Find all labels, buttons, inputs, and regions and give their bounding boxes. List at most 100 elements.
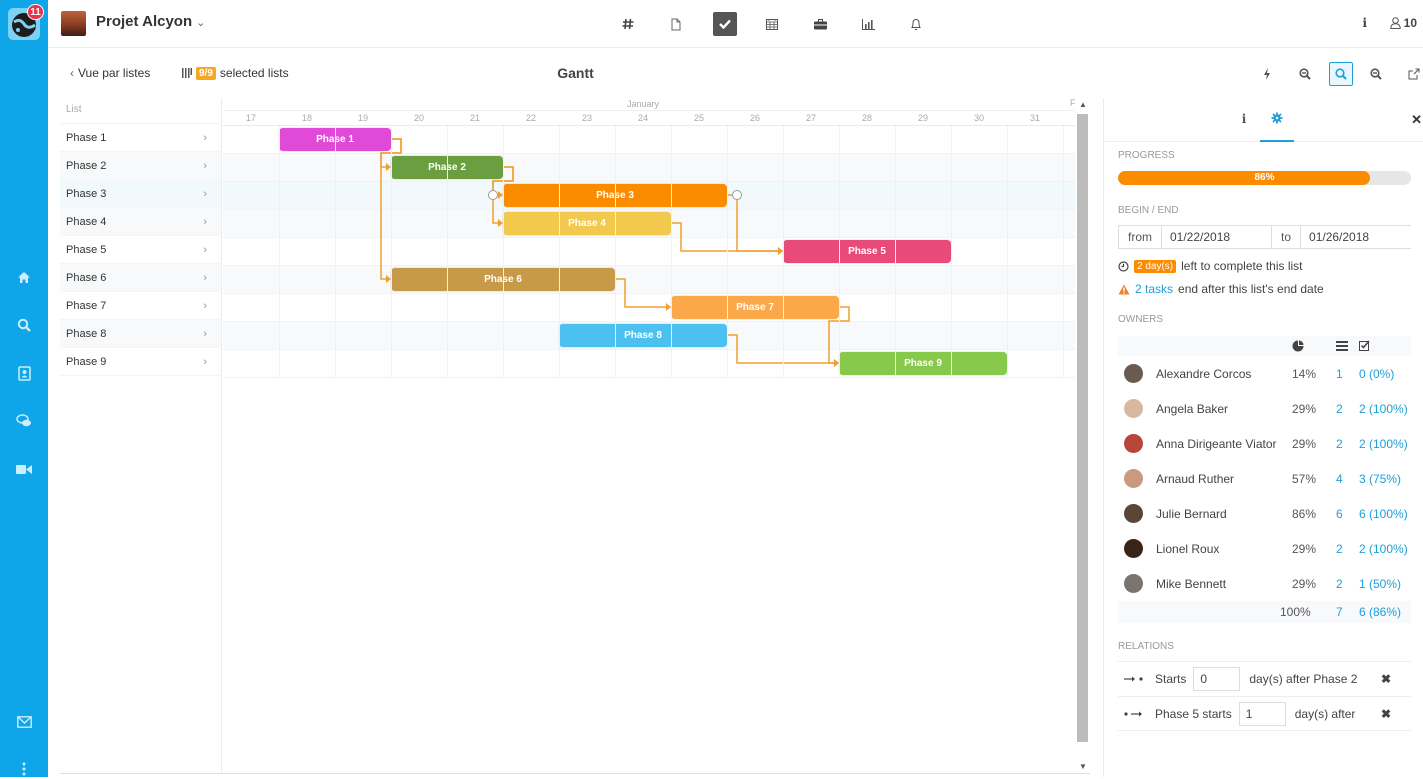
gantt-bar[interactable]: Phase 9 — [839, 352, 1007, 375]
gantt-bar[interactable]: Phase 5 — [783, 240, 951, 263]
close-icon[interactable]: ✕ — [1411, 112, 1422, 128]
list-row-label: Phase 7 — [66, 299, 107, 312]
info-icon[interactable]: i — [1362, 16, 1367, 30]
zoom-fit-icon[interactable] — [1329, 62, 1353, 86]
owner-tasks-link[interactable]: 2 — [1336, 437, 1343, 451]
grid-line — [951, 126, 952, 378]
list-row[interactable]: Phase 4 › — [60, 208, 221, 236]
list-row[interactable]: Phase 3 › — [60, 180, 221, 208]
owner-done-link[interactable]: 6 (100%) — [1359, 507, 1408, 521]
list-row[interactable]: Phase 9 › — [60, 348, 221, 376]
chevron-right-icon[interactable]: › — [203, 272, 207, 284]
chevron-right-icon[interactable]: › — [203, 160, 207, 172]
briefcase-icon[interactable] — [808, 12, 832, 36]
bell-icon[interactable] — [904, 12, 928, 36]
zoom-out-icon[interactable] — [1293, 62, 1317, 86]
owner-tasks-link[interactable]: 6 — [1336, 507, 1343, 521]
list-row[interactable]: Phase 8 › — [60, 320, 221, 348]
scroll-down-icon[interactable]: ▼ — [1078, 762, 1088, 771]
owners-table-header — [1118, 336, 1411, 356]
relation-prefix[interactable]: Phase 5 starts — [1155, 707, 1232, 721]
chevron-right-icon[interactable]: › — [203, 132, 207, 144]
relation-days-input[interactable] — [1193, 667, 1241, 691]
chevron-right-icon[interactable]: › — [203, 244, 207, 256]
month-label: January — [626, 99, 660, 109]
list-row[interactable]: Phase 2 › — [60, 152, 221, 180]
owner-percentage: 57% — [1292, 472, 1317, 486]
begin-date-input[interactable] — [1162, 226, 1272, 248]
owner-tasks-link[interactable]: 2 — [1336, 542, 1343, 556]
owner-tasks-link[interactable]: 4 — [1336, 472, 1343, 486]
list-row[interactable]: Phase 5 › — [60, 236, 221, 264]
grid-line — [447, 126, 448, 378]
day-label: 29 — [917, 113, 928, 123]
home-icon[interactable] — [14, 267, 34, 287]
video-icon[interactable] — [14, 459, 34, 479]
remove-relation-icon[interactable]: ✖ — [1381, 707, 1391, 721]
tab-info[interactable]: i — [1227, 112, 1261, 142]
list-row-label: Phase 2 — [66, 159, 107, 172]
list-row[interactable]: Phase 7 › — [60, 292, 221, 320]
owner-done-link[interactable]: 1 (50%) — [1359, 577, 1401, 591]
day-label: 20 — [413, 113, 424, 123]
end-date-input[interactable] — [1301, 226, 1412, 248]
contacts-icon[interactable] — [14, 363, 34, 383]
external-link-icon[interactable] — [1402, 62, 1423, 86]
list-row[interactable]: Phase 1 › — [60, 124, 221, 152]
relation-suffix: day(s) after — [1249, 672, 1311, 686]
owner-done-link[interactable]: 2 (100%) — [1359, 437, 1408, 451]
scrollbar-thumb[interactable] — [1077, 114, 1088, 742]
gantt-bar[interactable]: Phase 4 — [503, 212, 671, 235]
project-title: Projet Alcyon — [96, 13, 193, 30]
chevron-right-icon[interactable]: › — [203, 300, 207, 312]
total-percentage: 100% — [1280, 605, 1311, 619]
project-thumbnail — [61, 11, 86, 36]
day-label: 23 — [581, 113, 592, 123]
more-icon[interactable] — [14, 759, 34, 779]
owner-done-link[interactable]: 0 (0%) — [1359, 367, 1394, 381]
search-icon[interactable] — [14, 315, 34, 335]
late-tasks-text: end after this list's end date — [1178, 282, 1324, 296]
owner-tasks-link[interactable]: 2 — [1336, 577, 1343, 591]
relation-target[interactable]: Phase 2 — [1313, 672, 1357, 686]
gantt-scrollbar[interactable]: ▲ ▼ — [1075, 98, 1090, 775]
zoom-in-icon[interactable] — [1364, 62, 1388, 86]
flash-icon[interactable] — [1255, 62, 1279, 86]
day-label: 21 — [469, 113, 480, 123]
calendar-icon[interactable] — [760, 12, 784, 36]
mail-icon[interactable] — [14, 712, 34, 732]
members-button[interactable]: 10 — [1389, 16, 1417, 30]
chat-icon[interactable] — [14, 411, 34, 431]
tab-settings[interactable] — [1260, 112, 1294, 142]
owner-done-link[interactable]: 3 (75%) — [1359, 472, 1401, 486]
owner-row: Julie Bernard 86% 6 6 (100%) — [1118, 496, 1411, 531]
tasks-icon[interactable] — [713, 12, 737, 36]
list-row[interactable]: Phase 6 › — [60, 264, 221, 292]
chevron-right-icon[interactable]: › — [203, 216, 207, 228]
owner-tasks-link[interactable]: 2 — [1336, 402, 1343, 416]
total-done[interactable]: 6 (86%) — [1359, 605, 1401, 619]
chevron-right-icon[interactable]: › — [203, 356, 207, 368]
owner-done-link[interactable]: 2 (100%) — [1359, 402, 1408, 416]
list-row-label: Phase 6 — [66, 271, 107, 284]
gantt-toolbar: ‹ Vue par listes 9/9 selected lists Gantt — [48, 48, 1420, 98]
document-icon[interactable] — [664, 12, 688, 36]
gantt-bar[interactable]: Phase 7 — [671, 296, 839, 319]
grid-line — [839, 126, 840, 378]
late-tasks-link[interactable]: 2 tasks — [1135, 282, 1173, 296]
chart-icon[interactable] — [856, 12, 880, 36]
relation-days-input[interactable] — [1238, 701, 1286, 726]
gantt-bar[interactable]: Phase 8 — [559, 324, 727, 347]
scroll-up-icon[interactable]: ▲ — [1078, 100, 1088, 109]
owner-tasks-link[interactable]: 1 — [1336, 367, 1343, 381]
owner-name: Lionel Roux — [1156, 542, 1220, 556]
chevron-right-icon[interactable]: › — [203, 188, 207, 200]
remove-relation-icon[interactable]: ✖ — [1381, 672, 1391, 686]
notification-badge: 11 — [27, 4, 44, 20]
chevron-right-icon[interactable]: › — [203, 328, 207, 340]
day-label: 31 — [1029, 113, 1040, 123]
owner-done-link[interactable]: 2 (100%) — [1359, 542, 1408, 556]
project-selector[interactable]: Projet Alcyon ⌄ — [96, 13, 205, 30]
hash-icon[interactable] — [616, 12, 640, 36]
total-tasks[interactable]: 7 — [1336, 605, 1343, 619]
